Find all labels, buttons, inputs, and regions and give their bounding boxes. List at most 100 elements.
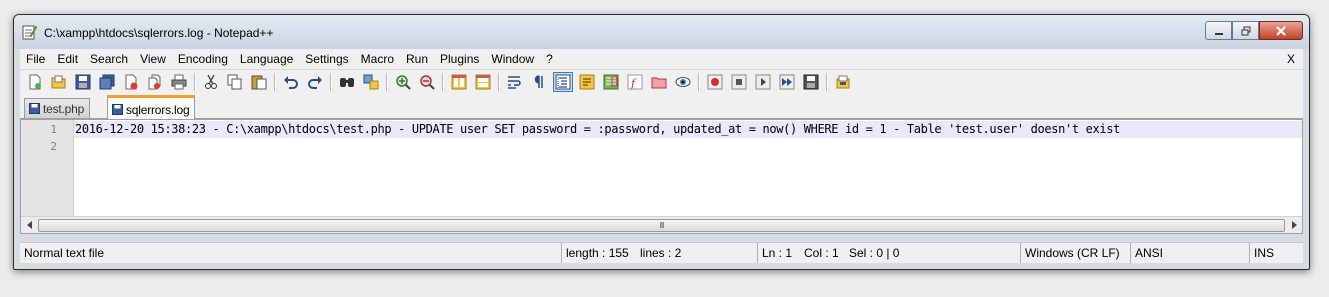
maximize-button[interactable] [1232,21,1259,40]
zoom-out-button[interactable] [417,72,437,92]
status-lines: lines : 2 [640,246,682,260]
save-button[interactable] [73,72,93,92]
new-file-button[interactable] [25,72,45,92]
sync-horizontal-icon [475,74,491,90]
plugin-button[interactable] [833,72,853,92]
minimize-button[interactable] [1205,21,1232,40]
indent-guide-icon [555,74,571,90]
notepad-window: C:\xampp\htdocs\sqlerrors.log - Notepad+… [13,14,1310,270]
show-all-chars-icon [534,75,543,88]
menu-edit[interactable]: Edit [51,49,84,69]
cut-icon [205,74,217,89]
editor[interactable]: 1 2 2016-12-20 15:38:23 - C:\xampp\htdoc… [20,119,1303,234]
title-bar[interactable]: C:\xampp\htdocs\sqlerrors.log - Notepad+… [14,15,1309,49]
menu-plugins[interactable]: Plugins [434,49,485,69]
folder-as-workspace-button[interactable] [649,72,669,92]
close-document-button[interactable]: X [1287,49,1295,69]
stop-macro-button[interactable] [729,72,749,92]
user-language-icon [579,74,595,90]
folder-as-workspace-icon [651,77,667,89]
status-sel: Sel : 0 | 0 [849,246,900,260]
document-map-button[interactable] [601,72,621,92]
menu-file[interactable]: File [20,49,51,69]
scroll-right-button[interactable] [1286,217,1301,232]
menu-settings[interactable]: Settings [299,49,354,69]
replace-button[interactable] [361,72,381,92]
open-file-icon [51,75,66,89]
cut-button[interactable] [201,72,221,92]
find-button[interactable] [337,72,357,92]
close-all-icon [148,74,161,90]
code-line[interactable] [74,138,1302,155]
scrollbar-thumb[interactable]: III [38,219,1285,232]
toolbar-separator [698,73,700,91]
toolbar-separator [498,73,500,91]
zoom-in-icon [396,75,411,90]
line-number: 2 [50,140,57,153]
print-icon [171,74,187,90]
scroll-left-button[interactable] [22,217,37,232]
function-list-button[interactable]: f [625,72,645,92]
zoom-in-button[interactable] [393,72,413,92]
close-window-button[interactable] [1259,21,1303,40]
close-all-button[interactable] [145,72,165,92]
play-macro-button[interactable] [753,72,773,92]
menu-help[interactable]: ? [540,49,559,69]
saved-file-icon [29,103,40,114]
menu-view[interactable]: View [134,49,172,69]
sync-vertical-icon [451,74,467,90]
menu-encoding[interactable]: Encoding [172,49,234,69]
redo-button[interactable] [305,72,325,92]
save-macro-button[interactable] [801,72,821,92]
close-button[interactable] [121,72,141,92]
code-line[interactable]: 2016-12-20 15:38:23 - C:\xampp\htdocs\te… [74,121,1302,138]
menu-search[interactable]: Search [84,49,134,69]
print-button[interactable] [169,72,189,92]
toolbar-separator [194,73,196,91]
play-macro-icon [755,74,771,90]
menu-bar: File Edit Search View Encoding Language … [20,49,1303,69]
undo-button[interactable] [281,72,301,92]
open-file-button[interactable] [49,72,69,92]
new-file-icon [29,74,41,90]
menu-language[interactable]: Language [234,49,299,69]
close-icon [1276,25,1286,36]
text-area[interactable]: 2016-12-20 15:38:23 - C:\xampp\htdocs\te… [74,120,1302,217]
sync-vertical-button[interactable] [449,72,469,92]
status-ln: Ln : 1 [757,243,792,263]
status-length: length : 155 [561,243,629,263]
status-encoding[interactable]: ANSI [1130,243,1163,263]
menu-run[interactable]: Run [400,49,434,69]
run-macro-multiple-button[interactable] [777,72,797,92]
status-eol[interactable]: Windows (CR LF) [1020,243,1120,263]
save-all-button[interactable] [97,72,117,92]
menu-window[interactable]: Window [485,49,540,69]
document-map-icon [603,74,619,90]
scrollbar-grip: III [659,221,665,230]
redo-icon [308,76,322,89]
toolbar-separator [330,73,332,91]
copy-button[interactable] [225,72,245,92]
status-file-type: Normal text file [24,246,105,260]
record-macro-button[interactable] [705,72,725,92]
indent-guide-button[interactable] [553,72,573,92]
user-language-button[interactable] [577,72,597,92]
sync-horizontal-button[interactable] [473,72,493,92]
horizontal-scrollbar[interactable]: III [21,216,1302,233]
paste-button[interactable] [249,72,269,92]
arrow-left-icon [26,220,32,229]
monitoring-icon [675,77,691,87]
zoom-out-icon [420,75,435,90]
menu-macro[interactable]: Macro [355,49,400,69]
window-title: C:\xampp\htdocs\sqlerrors.log - Notepad+… [44,26,274,40]
show-all-chars-button[interactable] [529,72,549,92]
word-wrap-button[interactable] [505,72,525,92]
line-number-gutter: 1 2 [21,120,74,217]
arrow-right-icon [1291,220,1297,229]
monitoring-button[interactable] [673,72,693,92]
tab-sqlerrors-log[interactable]: sqlerrors.log [107,95,196,121]
status-insert-mode[interactable]: INS [1249,243,1274,263]
stop-macro-icon [731,74,747,90]
tab-test-php[interactable]: test.php [24,98,91,118]
restore-icon [1241,26,1250,35]
